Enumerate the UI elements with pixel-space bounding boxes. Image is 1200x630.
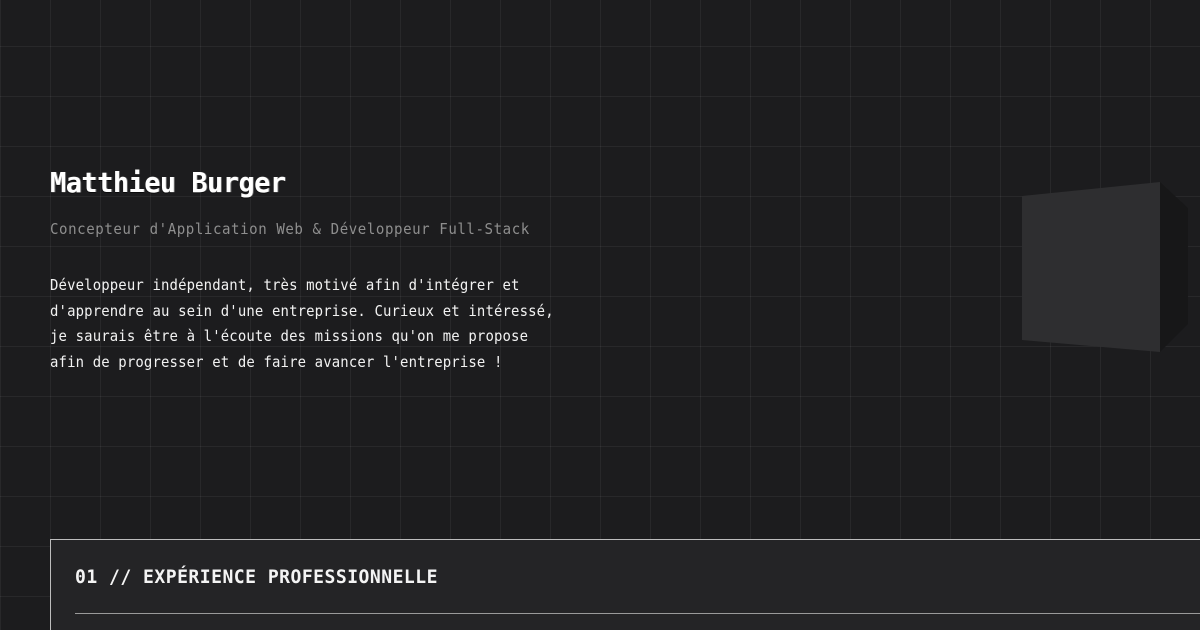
cube-front-face (1022, 182, 1160, 352)
cube-icon (1020, 182, 1190, 354)
bio-line: afin de progresser et de faire avancer l… (50, 353, 503, 372)
bio-line: Développeur indépendant, très motivé afi… (50, 276, 520, 294)
hero-section: Matthieu Burger Concepteur d'Application… (50, 165, 670, 376)
hero-name: Matthieu Burger (50, 166, 286, 199)
hero-subtitle: Concepteur d'Application Web & Développe… (50, 220, 530, 238)
section-divider (75, 613, 1200, 614)
cube-graphic (1022, 182, 1188, 352)
hero-bio: Développeur indépendant, très motivé afi… (50, 273, 608, 376)
bio-line: d'apprendre au sein d'une entreprise. Cu… (50, 301, 554, 320)
experience-section: 01 // EXPÉRIENCE PROFESSIONNELLE (50, 539, 1200, 630)
section-title: 01 // EXPÉRIENCE PROFESSIONNELLE (75, 566, 438, 588)
bio-line: je saurais être à l'écoute des missions … (50, 327, 529, 346)
cube-side-face (1160, 182, 1188, 352)
